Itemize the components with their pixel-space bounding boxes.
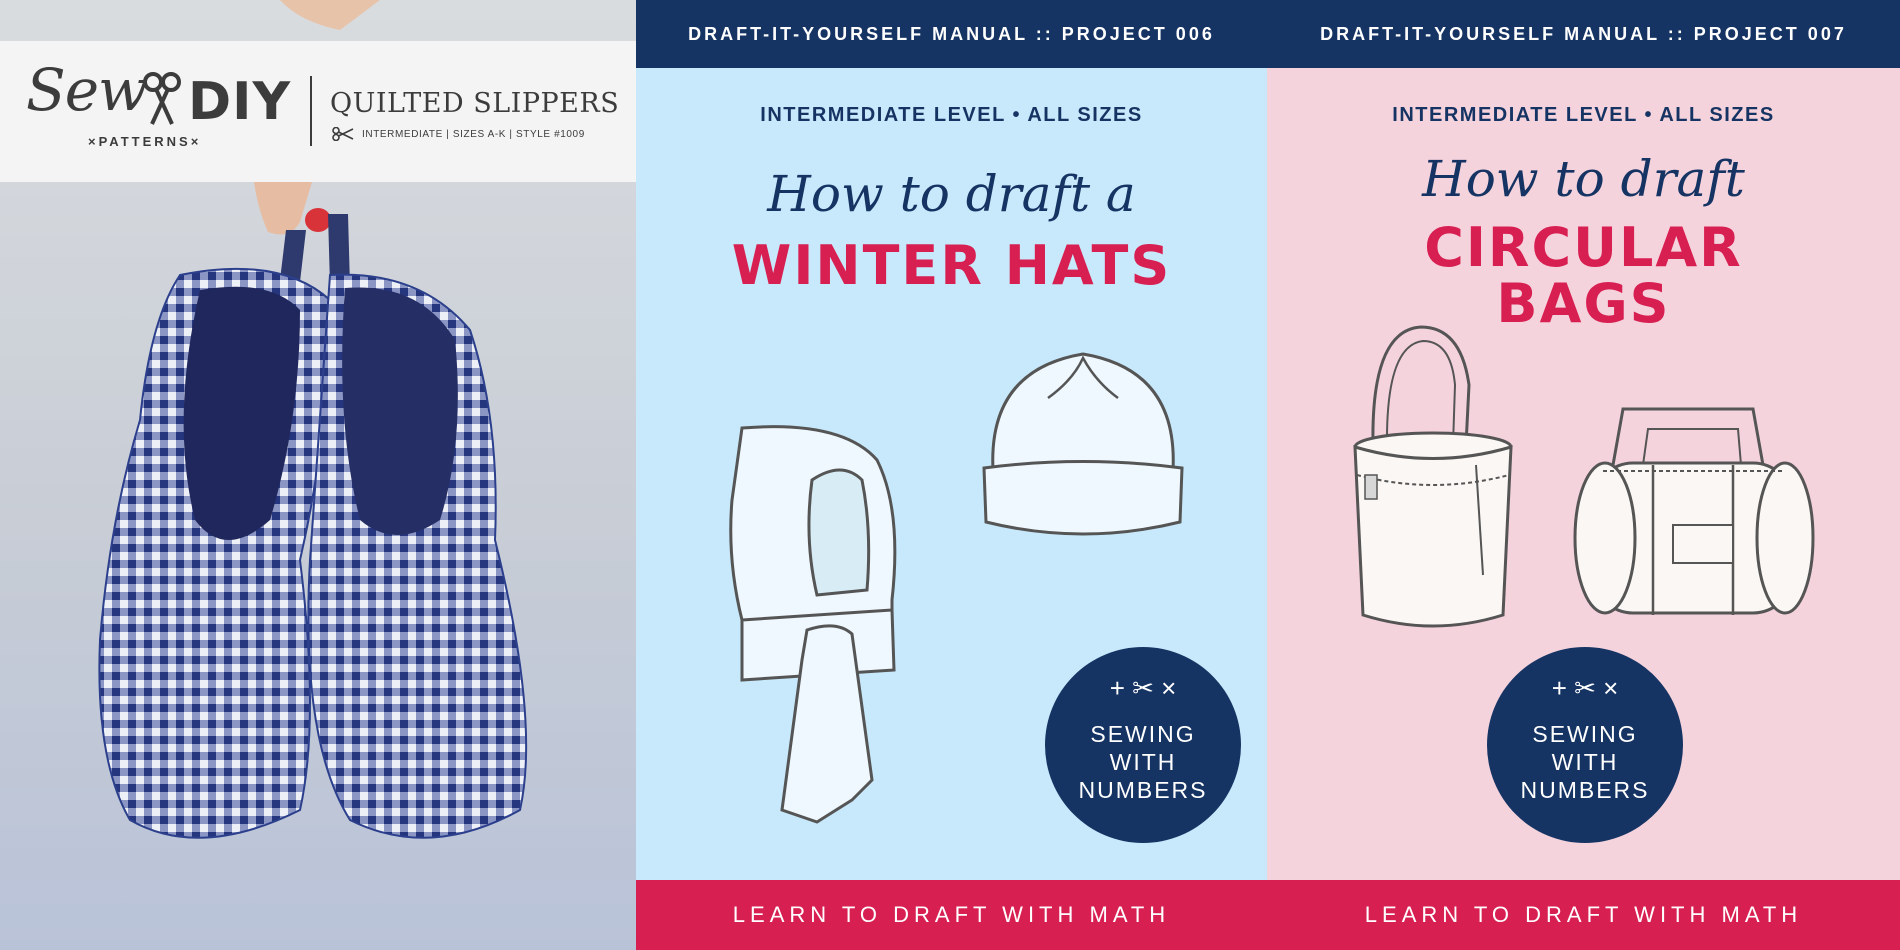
sewing-with-numbers-badge: + ✂ × SEWING WITH NUMBERS [1487,647,1683,843]
scissors-icon [143,72,181,125]
small-scissors-icon [332,127,354,141]
project-006-panel: DRAFT-IT-YOURSELF MANUAL :: PROJECT 006 … [636,0,1267,950]
hand-top [280,0,380,30]
badge-line-3: NUMBERS [1520,777,1650,803]
panel-footer: LEARN TO DRAFT WITH MATH [1267,880,1900,950]
brand-divider [310,76,312,146]
badge-marks: + ✂ × [1551,673,1619,703]
cover-panel: Sew DIY ×PATTERNS× QUILTED SLIPPERS INTE… [0,0,636,950]
project-007-panel: DRAFT-IT-YOURSELF MANUAL :: PROJECT 007 … [1267,0,1900,950]
script-heading: How to draft [1422,150,1745,208]
script-heading: How to draft a [767,165,1136,223]
logo-diy: DIY [188,72,292,132]
title-line-1: CIRCULAR [1424,216,1743,279]
level-label: INTERMEDIATE LEVEL • ALL SIZES [760,104,1143,126]
fingernail [305,208,331,232]
badge-line-2: WITH [1551,749,1619,775]
hood-scarf-illustration [729,425,897,824]
product-meta: INTERMEDIATE | SIZES A-K | STYLE #1009 [362,129,585,140]
tote-bag-illustration [1353,325,1513,628]
badge-line-3: NUMBERS [1078,777,1208,803]
badge-line-1: SEWING [1090,721,1196,747]
beanie-illustration [982,352,1184,536]
panel-header: DRAFT-IT-YOURSELF MANUAL :: PROJECT 006 [636,0,1267,68]
panel-header: DRAFT-IT-YOURSELF MANUAL :: PROJECT 007 [1267,0,1900,68]
badge-line-1: SEWING [1532,721,1638,747]
level-label: INTERMEDIATE LEVEL • ALL SIZES [1392,104,1775,126]
duffel-bag-illustration [1573,407,1815,615]
hand-fingers [254,182,312,235]
sewing-with-numbers-badge: + ✂ × SEWING WITH NUMBERS [1045,647,1241,843]
product-title: QUILTED SLIPPERS [330,88,620,119]
logo-subtitle: ×PATTERNS× [88,134,202,149]
title-line-1: WINTER HATS [731,234,1172,297]
logo-script: Sew [26,56,148,124]
panel-footer: LEARN TO DRAFT WITH MATH [636,880,1267,950]
badge-line-2: WITH [1109,749,1177,775]
badge-marks: + ✂ × [1109,673,1177,703]
